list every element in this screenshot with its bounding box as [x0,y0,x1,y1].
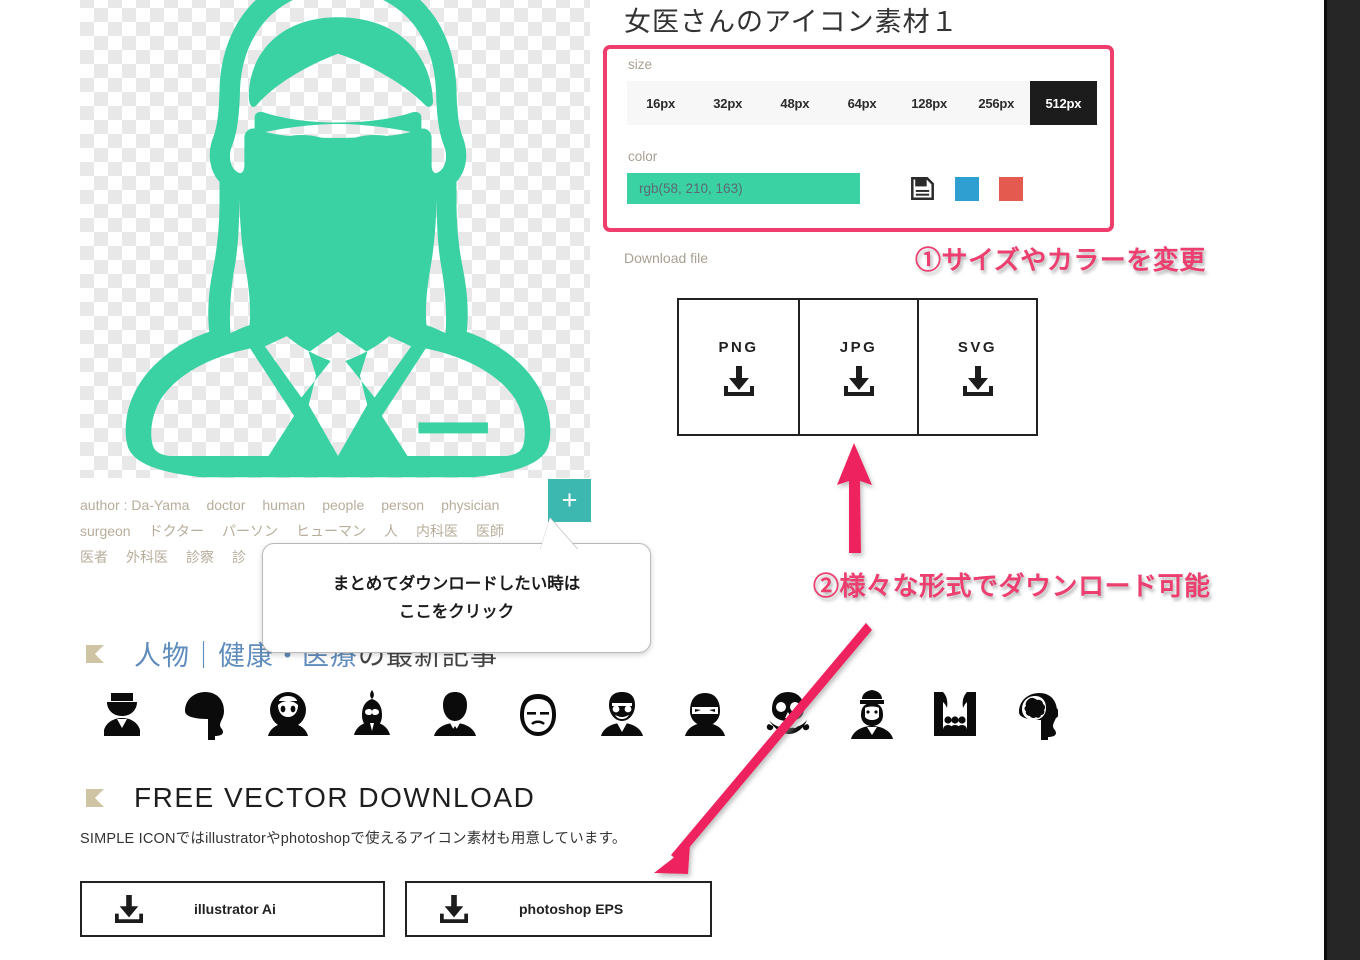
vector-description: SIMPLE ICONではillustratorやphotoshopで使えるアイ… [80,831,627,847]
tag-item[interactable]: パーソン [222,523,278,539]
download-file-label: Download file [624,250,709,266]
size-option-64[interactable]: 64px [828,81,895,125]
svg-label: SVG [957,338,998,356]
icon-brain-head[interactable] [997,686,1080,744]
stage-audience-icon [933,692,976,736]
bulk-download-tooltip: まとめてダウンロードしたい時は ここをクリック [262,543,651,653]
skull-crossbones-icon [767,692,810,734]
download-icon [115,895,143,923]
color-input[interactable]: rgb(58, 210, 163) [627,173,860,204]
tag-item[interactable]: person [381,497,424,513]
icon-businessman[interactable] [413,686,496,744]
download-format-group: PNG JPG SVG [677,298,1038,436]
tag-item[interactable]: human [262,497,305,513]
download-icon [962,365,993,396]
tag-item[interactable]: ヒューマン [296,523,366,539]
download-photoshop-eps-button[interactable]: photoshop EPS [405,881,712,937]
tag-item[interactable]: 人 [384,523,398,539]
size-option-16[interactable]: 16px [627,81,694,125]
hooded-person-icon [268,692,309,736]
page-title: 女医さんのアイコン素材１ [624,7,959,37]
flag-marker-icon [86,644,104,663]
icon-options-panel: size 16px 32px 48px 64px 128px 256px 512… [603,45,1114,232]
annotation-2-text: ②様々な形式でダウンロード可能 [811,569,1213,604]
bun-hair-glasses-icon [353,690,390,735]
tag-item[interactable]: ドクター [149,523,204,539]
tag-item[interactable]: 医者 [80,549,108,565]
size-option-512[interactable]: 512px [1029,81,1097,125]
businessman-icon [433,692,476,736]
head-silhouette-icon [184,692,224,740]
icon-bun-hair-glasses[interactable] [330,686,413,744]
arrow-up-to-formats [837,443,872,553]
tooltip-line-1: まとめてダウンロードしたい時は [332,575,581,593]
tag-item[interactable]: 外科医 [126,549,168,565]
ninja-icon [684,693,725,736]
download-illustrator-ai-button[interactable]: illustrator Ai [80,881,385,937]
tag-item[interactable]: 内科医 [416,523,458,539]
annotation-1: ①サイズやカラーを変更 [913,240,1208,278]
bald-old-man-icon [520,694,557,736]
icon-soldier[interactable] [830,686,913,744]
icon-mustache-glasses-man[interactable] [580,686,663,744]
surgeon-cap-icon [103,693,140,736]
page-root: + 女医さんのアイコン素材１ size 16px 32px 48px 64px … [0,0,1360,960]
female-doctor-icon [125,0,551,478]
size-option-128[interactable]: 128px [896,81,963,125]
download-icon [843,365,874,396]
tag-item[interactable]: people [322,497,364,513]
tag-item[interactable]: doctor [206,497,245,513]
download-png-button[interactable]: PNG [679,300,798,434]
illustrator-ai-label: illustrator Ai [194,901,276,917]
size-option-48[interactable]: 48px [761,81,828,125]
tag-item[interactable]: physician [441,497,499,513]
tag-item[interactable]: author : Da-Yama [80,497,189,513]
vector-section-heading: FREE VECTOR DOWNLOAD [86,782,535,814]
icon-bald-old-man[interactable] [497,686,580,744]
tag-item[interactable]: 診察 [186,549,214,565]
download-icon [723,365,754,396]
icon-stage-audience[interactable] [913,686,996,744]
download-icon [440,895,468,923]
vector-heading-text: FREE VECTOR DOWNLOAD [134,782,536,813]
icon-head-silhouette[interactable] [163,686,246,744]
color-controls: rgb(58, 210, 163) [627,173,1100,204]
size-option-256[interactable]: 256px [963,81,1030,125]
red-swatch[interactable] [999,176,1023,201]
save-icon[interactable] [910,176,935,201]
blue-swatch[interactable] [955,176,979,201]
mustache-glasses-man-icon [600,692,643,736]
download-jpg-button[interactable]: JPG [798,300,917,434]
color-label: color [628,149,658,164]
annotation-1-text: ①サイズやカラーを変更 [913,243,1208,278]
size-label: size [628,57,653,72]
tag-item[interactable]: 医師 [476,523,504,539]
soldier-icon [850,690,893,739]
brain-head-icon [1019,693,1059,740]
tag-item[interactable]: surgeon [80,523,131,539]
icon-hooded-person[interactable] [247,686,330,744]
tooltip-line-2: ここをクリック [398,603,515,621]
color-swatch-group [910,176,1023,201]
size-option-32[interactable]: 32px [694,81,761,125]
icon-preview-area [80,0,590,478]
annotation-2: ②様々な形式でダウンロード可能 [811,566,1213,604]
icon-ninja[interactable] [663,686,746,744]
tag-item[interactable]: 診 [232,549,246,565]
icon-surgeon-cap[interactable] [80,686,163,744]
right-dark-gutter [1327,0,1360,960]
png-label: PNG [718,338,759,356]
photoshop-eps-label: photoshop EPS [519,901,624,917]
flag-marker-icon [86,789,104,807]
arrow-down-to-vector-buttons [654,623,872,874]
download-svg-button[interactable]: SVG [917,300,1036,434]
size-selector[interactable]: 16px 32px 48px 64px 128px 256px 512px [627,81,1097,125]
icon-skull-crossbones[interactable] [747,686,830,744]
tooltip-tail [540,518,578,550]
jpg-label: JPG [839,338,878,356]
related-icons-strip [80,686,1080,744]
